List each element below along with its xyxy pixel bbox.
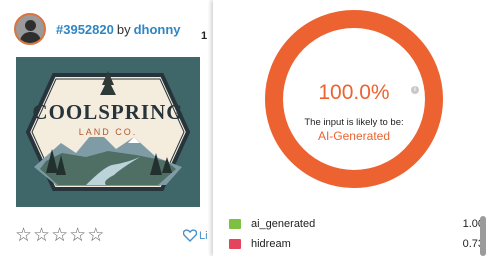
post-title: #3952820 by dhonny	[56, 22, 181, 37]
rating-stars: ☆ ☆ ☆ ☆ ☆	[15, 226, 104, 246]
detection-result-panel: 100.0% i The input is likely to be: AI-G…	[213, 0, 500, 256]
author-link[interactable]: dhonny	[134, 22, 181, 37]
coolspring-logo-image: COOLSPRING LAND CO.	[16, 57, 200, 207]
results-list: ai_generated 1.00 hidream 0.73	[229, 215, 484, 255]
heart-icon	[183, 229, 197, 242]
result-color-swatch	[229, 239, 241, 249]
post-image[interactable]: COOLSPRING LAND CO.	[16, 57, 200, 207]
star-icon[interactable]: ☆	[87, 226, 104, 246]
avatar-body	[20, 32, 41, 43]
post-card: #3952820 by dhonny 1 COOLSPRING LAND CO.…	[0, 0, 215, 256]
result-label: ai_generated	[251, 218, 316, 230]
result-row: ai_generated 1.00	[229, 215, 484, 233]
result-row: hidream 0.73	[229, 235, 484, 253]
star-icon[interactable]: ☆	[69, 226, 86, 246]
info-icon[interactable]: i	[411, 86, 419, 94]
likely-text: The input is likely to be:	[304, 117, 404, 128]
like-button[interactable]: Li	[183, 229, 208, 242]
logo-line-1: COOLSPRING	[32, 100, 183, 124]
post-header: #3952820 by dhonny	[14, 12, 181, 46]
probability-ring: 100.0% i The input is likely to be: AI-G…	[259, 4, 449, 194]
like-label: Li	[199, 229, 208, 242]
star-icon[interactable]: ☆	[33, 226, 50, 246]
result-label: hidream	[251, 238, 291, 250]
post-id-link[interactable]: #3952820	[56, 22, 114, 37]
side-count: 1	[201, 30, 208, 42]
avatar-head	[25, 20, 36, 31]
star-icon[interactable]: ☆	[51, 226, 68, 246]
percent-value: 100.0%	[318, 81, 390, 104]
avatar[interactable]	[14, 13, 46, 45]
logo-line-2: LAND CO.	[79, 127, 138, 137]
verdict-text: AI-Generated	[317, 129, 391, 143]
by-text: by	[116, 21, 131, 37]
star-icon[interactable]: ☆	[15, 226, 32, 246]
results-scrollbar[interactable]	[480, 216, 486, 256]
result-color-swatch	[229, 219, 241, 229]
